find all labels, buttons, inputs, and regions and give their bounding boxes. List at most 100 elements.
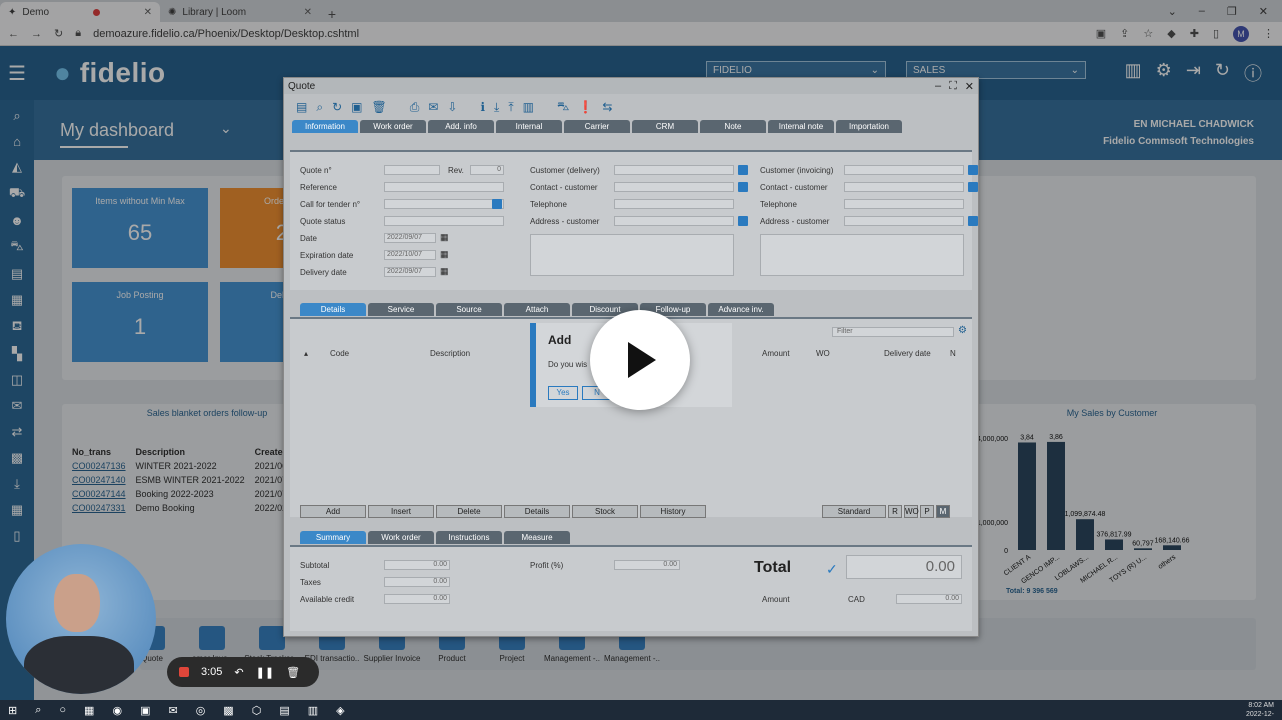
field-input[interactable] xyxy=(614,216,734,226)
amount-field[interactable]: 0.00 xyxy=(896,594,962,604)
tab-details[interactable]: Details xyxy=(300,303,366,316)
mail-icon[interactable]: ✉ xyxy=(168,704,177,717)
tab-service[interactable]: Service xyxy=(368,303,434,316)
app-icon[interactable]: ⬡ xyxy=(252,704,262,717)
info-icon[interactable]: ℹ xyxy=(480,100,485,114)
tab-add-info[interactable]: Add. info xyxy=(428,120,494,133)
stock-button[interactable]: Stock xyxy=(572,505,638,518)
outlook-icon[interactable]: ▤ xyxy=(279,704,289,717)
calendar-icon[interactable]: ▦ xyxy=(440,232,449,243)
save-icon[interactable]: ▣ xyxy=(351,100,362,114)
add-button[interactable]: Add xyxy=(300,505,366,518)
word-icon[interactable]: ▥ xyxy=(308,704,318,717)
grid-col-header[interactable]: Code xyxy=(330,349,349,358)
field-input[interactable] xyxy=(384,165,440,175)
lookup-button[interactable] xyxy=(738,216,748,226)
edge-icon[interactable]: ◉ xyxy=(112,704,122,717)
tab-source[interactable]: Source xyxy=(436,303,502,316)
grid-col-header[interactable]: Delivery date xyxy=(884,349,931,358)
close-icon[interactable]: ✕ xyxy=(965,80,974,93)
field-input[interactable] xyxy=(614,199,734,209)
stop-recording-button[interactable] xyxy=(179,667,189,677)
pause-icon[interactable]: ❚❚ xyxy=(256,666,274,679)
details-button[interactable]: Details xyxy=(504,505,570,518)
field-input[interactable]: 2022/09/07 xyxy=(384,233,436,243)
address-textarea[interactable] xyxy=(760,234,964,276)
email-icon[interactable]: ✉ xyxy=(428,100,438,114)
delete-icon[interactable]: 🗑︎ xyxy=(371,100,386,114)
filter-input[interactable]: Filter xyxy=(832,327,954,337)
field-input[interactable] xyxy=(614,165,734,175)
tab-information[interactable]: Information xyxy=(292,120,358,133)
lookup-button[interactable] xyxy=(968,182,978,192)
task-view-icon[interactable]: ○ xyxy=(59,704,66,716)
tab-carrier[interactable]: Carrier xyxy=(564,120,630,133)
field-input[interactable] xyxy=(844,182,964,192)
tab-importation[interactable]: Importation xyxy=(836,120,902,133)
download-icon[interactable]: ⤓ xyxy=(494,100,499,115)
teams-icon[interactable]: ◈ xyxy=(336,704,344,717)
lookup-button[interactable] xyxy=(738,182,748,192)
delete-button[interactable]: Delete xyxy=(436,505,502,518)
user-transfer-icon[interactable]: ⇆ xyxy=(602,100,612,114)
view-wo-button[interactable]: WO xyxy=(904,505,919,518)
grid-col-header[interactable]: WO xyxy=(816,349,830,358)
grid-col-header[interactable]: Amount xyxy=(762,349,790,358)
lookup-button[interactable] xyxy=(968,216,978,226)
field-input[interactable]: 2022/10/07 xyxy=(384,250,436,260)
field-input[interactable] xyxy=(844,199,964,209)
call-tender-lookup-button[interactable] xyxy=(492,199,502,209)
alert-icon[interactable]: ❗ xyxy=(578,100,593,114)
rev-field[interactable]: 0 xyxy=(470,165,504,175)
cart-icon[interactable]: ⛍ xyxy=(557,99,569,115)
insert-button[interactable]: Insert xyxy=(368,505,434,518)
windows-start-icon[interactable]: ⊞ xyxy=(8,704,17,717)
tab-internal[interactable]: Internal xyxy=(496,120,562,133)
history-button[interactable]: History xyxy=(640,505,706,518)
tab-instructions[interactable]: Instructions xyxy=(436,531,502,544)
tab-note[interactable]: Note xyxy=(700,120,766,133)
maximize-icon[interactable]: ⛶ xyxy=(949,80,957,93)
tab-measure[interactable]: Measure xyxy=(504,531,570,544)
tab-attach[interactable]: Attach xyxy=(504,303,570,316)
stats-icon[interactable]: ▥ xyxy=(523,100,534,114)
tab-crm[interactable]: CRM xyxy=(632,120,698,133)
grid-col-header[interactable]: N xyxy=(950,349,956,358)
field-input[interactable] xyxy=(844,216,964,226)
tab-summary[interactable]: Summary xyxy=(300,531,366,544)
view-m-button[interactable]: M xyxy=(936,505,950,518)
refresh-icon[interactable]: ↻ xyxy=(332,100,342,114)
search-icon[interactable]: ⌕ xyxy=(316,100,323,115)
upload-icon[interactable]: ⤒ xyxy=(508,100,513,115)
lookup-button[interactable] xyxy=(738,165,748,175)
video-play-button[interactable] xyxy=(590,310,690,410)
tab-work-order[interactable]: Work order xyxy=(368,531,434,544)
address-textarea[interactable] xyxy=(530,234,734,276)
grid-col-header[interactable]: Description xyxy=(430,349,470,358)
field-input[interactable] xyxy=(384,199,504,209)
calendar-icon[interactable]: ▦ xyxy=(440,249,449,260)
field-input[interactable]: 2022/09/07 xyxy=(384,267,436,277)
profit-field[interactable]: 0.00 xyxy=(614,560,680,570)
widgets-icon[interactable]: ▦ xyxy=(84,704,94,717)
search-icon[interactable]: ⌕ xyxy=(35,704,41,717)
trash-icon[interactable]: 🗑︎ xyxy=(286,666,300,679)
field-input[interactable] xyxy=(384,216,504,226)
store-icon[interactable]: ▣ xyxy=(140,704,150,717)
export-icon[interactable]: ⇩ xyxy=(447,100,457,114)
grid-settings-gear-icon[interactable]: ⚙ xyxy=(958,325,967,336)
sort-arrow-icon[interactable]: ▴ xyxy=(304,349,308,358)
dialog-yes-button[interactable]: Yes xyxy=(548,386,578,400)
print-icon[interactable]: ⎙ xyxy=(410,100,420,115)
field-input[interactable] xyxy=(614,182,734,192)
view-r-button[interactable]: R xyxy=(888,505,902,518)
undo-icon[interactable]: ↶ xyxy=(234,666,243,679)
chrome-icon[interactable]: ◎ xyxy=(196,704,206,717)
field-input[interactable] xyxy=(844,165,964,175)
minimize-icon[interactable]: – xyxy=(935,80,941,93)
tab-internal-note[interactable]: Internal note xyxy=(768,120,834,133)
tab-work-order[interactable]: Work order xyxy=(360,120,426,133)
tab-advance-inv-[interactable]: Advance inv. xyxy=(708,303,774,316)
view-p-button[interactable]: P xyxy=(920,505,934,518)
new-document-icon[interactable]: ▤ xyxy=(296,100,307,114)
